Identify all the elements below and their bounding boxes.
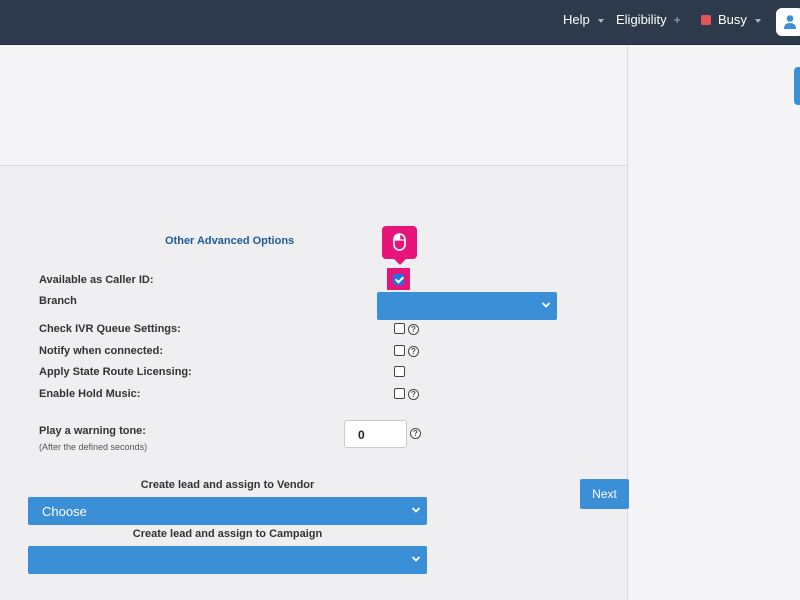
help-icon[interactable]: ?: [408, 346, 419, 357]
chevron-down-icon: [754, 18, 761, 23]
vendor-select-value: Choose: [42, 504, 87, 519]
chevron-down-icon: [411, 507, 421, 513]
status-menu[interactable]: Busy: [701, 12, 761, 27]
eligibility-menu-label: Eligibility: [616, 12, 667, 27]
vendor-select[interactable]: Choose: [28, 497, 427, 525]
warning-tone-label: Play a warning tone:: [39, 425, 146, 437]
eligibility-menu[interactable]: Eligibility +: [616, 12, 681, 27]
top-navbar: Help Eligibility + Busy: [0, 0, 800, 45]
warning-tone-seconds-input[interactable]: 0: [344, 420, 407, 448]
vendor-label: Create lead and assign to Vendor: [140, 479, 315, 491]
state-route-label: Apply State Route Licensing:: [39, 366, 192, 378]
chevron-down-icon: [541, 302, 551, 308]
right-side-panel: [627, 45, 800, 600]
ivr-queue-label: Check IVR Queue Settings:: [39, 323, 181, 335]
hold-music-checkbox[interactable]: [394, 388, 405, 399]
plus-icon: +: [673, 12, 681, 27]
ivr-queue-checkbox[interactable]: [394, 323, 405, 334]
next-button[interactable]: Next: [580, 479, 629, 509]
state-route-checkbox[interactable]: [394, 366, 405, 377]
mouse-icon: [393, 233, 406, 251]
chevron-down-icon: [597, 18, 604, 23]
help-icon[interactable]: ?: [408, 389, 419, 400]
chevron-down-icon: [411, 556, 421, 562]
help-menu[interactable]: Help: [563, 12, 604, 27]
header-panel: [0, 45, 627, 166]
notify-connected-checkbox[interactable]: [394, 345, 405, 356]
campaign-select[interactable]: [28, 546, 427, 574]
caller-id-label: Available as Caller ID:: [39, 274, 154, 286]
user-avatar[interactable]: [776, 8, 800, 36]
click-hint-tooltip: [382, 226, 417, 265]
caller-id-checkbox[interactable]: [393, 274, 404, 285]
branch-select[interactable]: [377, 292, 557, 320]
help-icon[interactable]: ?: [410, 428, 421, 439]
status-menu-label: Busy: [718, 12, 747, 27]
notify-connected-label: Notify when connected:: [39, 345, 164, 357]
branch-label: Branch: [39, 295, 77, 307]
user-icon: [784, 15, 796, 29]
status-indicator-icon: [701, 14, 711, 25]
help-icon[interactable]: ?: [408, 324, 419, 335]
help-menu-label: Help: [563, 12, 590, 27]
warning-tone-sublabel: (After the defined seconds): [39, 442, 148, 452]
side-panel-tab[interactable]: [794, 67, 800, 105]
hold-music-label: Enable Hold Music:: [39, 388, 141, 400]
campaign-label: Create lead and assign to Campaign: [132, 528, 323, 540]
section-title: Other Advanced Options: [165, 235, 295, 247]
